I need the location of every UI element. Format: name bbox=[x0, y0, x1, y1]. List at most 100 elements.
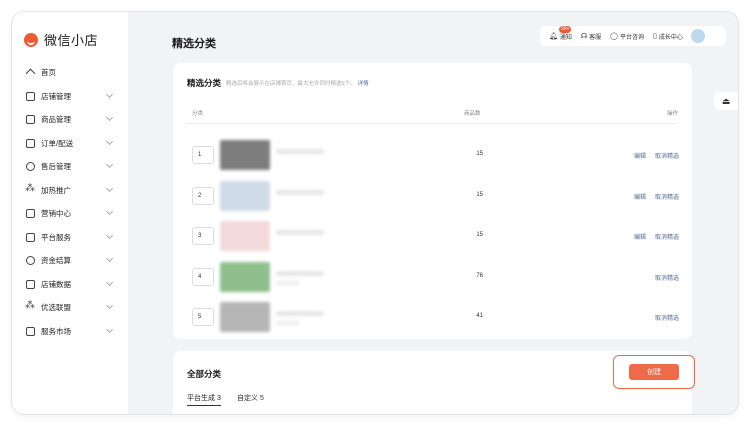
bag-icon bbox=[26, 115, 35, 125]
store-icon bbox=[26, 91, 35, 101]
share-icon bbox=[25, 183, 35, 195]
category-thumbnail bbox=[220, 140, 270, 170]
coupon-icon bbox=[26, 209, 35, 219]
product-count: 15 bbox=[476, 232, 483, 238]
sidebar-item-aftersales[interactable]: 售后管理 bbox=[12, 155, 128, 179]
sidebar-item-market[interactable]: 服务市场 bbox=[12, 320, 128, 344]
tab-platform-generated[interactable]: 平台生成 3 bbox=[187, 393, 221, 406]
table-row: 5 41 取消精选 bbox=[173, 297, 692, 338]
service-button[interactable]: ☊ 客服 bbox=[581, 32, 601, 41]
product-count: 41 bbox=[476, 313, 483, 319]
create-button[interactable]: 创建 bbox=[629, 364, 679, 380]
export-icon: ⏏ bbox=[721, 95, 731, 106]
sidebar-item-store[interactable]: 店铺管理 bbox=[12, 85, 128, 109]
chevron-down-icon bbox=[105, 278, 114, 286]
chevron-down-icon bbox=[105, 137, 114, 145]
sidebar-item-label: 优选联盟 bbox=[41, 303, 71, 313]
blurred-category-name bbox=[276, 311, 324, 316]
sidebar-item-label: 营销中心 bbox=[41, 209, 71, 219]
sidebar-item-home[interactable]: 首页 bbox=[12, 61, 128, 85]
export-float-button[interactable]: ⏏ bbox=[714, 92, 738, 110]
bell-icon: 🔔︎ bbox=[549, 33, 558, 40]
top-toolbar: 🔔︎ 通知 99+ ☊ 客服 ◯ 平台咨询 ▯ 成长中心 bbox=[540, 25, 726, 46]
app-title: 微信小店 bbox=[44, 33, 99, 48]
briefcase-icon bbox=[26, 232, 35, 242]
unfeature-link[interactable]: 取消精选 bbox=[655, 313, 679, 322]
table-row: 2 15 编辑 取消精选 bbox=[173, 176, 692, 217]
featured-hint-text: 精选后将会展示在店铺首页，最大允许同时精选5个。 bbox=[226, 80, 356, 87]
sort-index-input[interactable]: 2 bbox=[192, 186, 214, 205]
sort-index-input[interactable]: 5 bbox=[192, 308, 214, 326]
blurred-category-name bbox=[276, 149, 324, 154]
table-row: 4 76 取消精选 bbox=[173, 257, 692, 298]
sort-index-input[interactable]: 1 bbox=[192, 146, 214, 164]
category-thumbnail bbox=[220, 180, 270, 211]
chevron-down-icon bbox=[105, 301, 114, 310]
consult-button[interactable]: ◯ 平台咨询 bbox=[610, 32, 644, 41]
unfeature-link[interactable]: 取消精选 bbox=[655, 273, 679, 282]
service-label: 客服 bbox=[589, 34, 602, 41]
category-thumbnail bbox=[220, 302, 270, 332]
edit-link[interactable]: 编辑 bbox=[634, 151, 646, 160]
blurred-category-subtitle bbox=[276, 280, 300, 285]
sidebar-item-label: 资金结算 bbox=[41, 256, 71, 266]
consult-label: 平台咨询 bbox=[619, 34, 644, 41]
blurred-category-name bbox=[276, 230, 324, 235]
money-icon bbox=[26, 256, 35, 266]
sidebar-item-platform[interactable]: 平台服务 bbox=[12, 226, 128, 250]
sidebar-item-label: 商品管理 bbox=[41, 115, 71, 125]
notify-badge: 99+ bbox=[559, 25, 572, 33]
tab-custom[interactable]: 自定义 5 bbox=[237, 393, 264, 403]
chevron-down-icon bbox=[105, 160, 114, 169]
sidebar-item-label: 售后管理 bbox=[41, 162, 71, 172]
chevron-down-icon bbox=[105, 254, 114, 263]
sidebar-item-products[interactable]: 商品管理 bbox=[12, 108, 128, 132]
network-icon bbox=[25, 300, 35, 312]
create-highlight-frame: 创建 bbox=[613, 355, 695, 389]
edit-link[interactable]: 编辑 bbox=[634, 232, 646, 241]
chevron-down-icon bbox=[105, 325, 114, 333]
sidebar-item-data[interactable]: 店铺数据 bbox=[12, 273, 128, 297]
sidebar-item-alliance[interactable]: 优选联盟 bbox=[12, 296, 128, 320]
chart-icon bbox=[26, 279, 35, 289]
sidebar-item-finance[interactable]: 资金结算 bbox=[12, 249, 128, 273]
featured-card: 精选分类 精选后将会展示在店铺首页，最大允许同时精选5个。 详情 分类 商品数 操… bbox=[173, 63, 692, 339]
sidebar-item-label: 首页 bbox=[41, 68, 56, 78]
sort-index-input[interactable]: 4 bbox=[192, 267, 214, 286]
category-thumbnail bbox=[220, 261, 270, 292]
blurred-category-subtitle bbox=[276, 321, 300, 325]
product-count: 76 bbox=[476, 272, 483, 279]
chevron-down-icon bbox=[105, 231, 114, 239]
avatar[interactable] bbox=[690, 29, 705, 43]
notify-button[interactable]: 🔔︎ 通知 99+ bbox=[549, 25, 572, 41]
sidebar-nav: 首页 店铺管理 商品管理 订单/配送 售后管理 加热推广 营销中心 平台服务 资… bbox=[12, 61, 128, 343]
sidebar-item-label: 加热推广 bbox=[41, 185, 71, 195]
headset-icon bbox=[26, 162, 35, 172]
sidebar: 微信小店 首页 店铺管理 商品管理 订单/配送 售后管理 加热推广 营销中心 平… bbox=[12, 12, 128, 414]
unfeature-link[interactable]: 取消精选 bbox=[655, 232, 679, 241]
chat-bubble-icon: ◯ bbox=[610, 33, 618, 40]
product-count: 15 bbox=[476, 191, 483, 198]
unfeature-link[interactable]: 取消精选 bbox=[655, 151, 679, 160]
header-category: 分类 bbox=[192, 111, 204, 117]
edit-link[interactable]: 编辑 bbox=[634, 192, 646, 201]
sort-index-input[interactable]: 3 bbox=[192, 227, 214, 245]
unfeature-link[interactable]: 取消精选 bbox=[655, 192, 679, 201]
chevron-down-icon bbox=[105, 113, 114, 122]
sidebar-item-promotion[interactable]: 加热推广 bbox=[12, 179, 128, 203]
growth-button[interactable]: ▯ 成长中心 bbox=[653, 32, 683, 41]
details-link[interactable]: 详情 bbox=[358, 81, 369, 87]
sidebar-item-marketing[interactable]: 营销中心 bbox=[12, 202, 128, 226]
featured-hint: 精选后将会展示在店铺首页，最大允许同时精选5个。 详情 bbox=[226, 79, 369, 87]
home-icon bbox=[26, 68, 35, 77]
sidebar-item-orders[interactable]: 订单/配送 bbox=[12, 132, 128, 156]
product-count: 15 bbox=[476, 151, 483, 157]
blurred-category-name bbox=[276, 270, 324, 276]
sidebar-item-label: 服务市场 bbox=[41, 326, 71, 336]
category-thumbnail bbox=[220, 221, 270, 251]
logo[interactable]: 微信小店 bbox=[24, 30, 98, 49]
header-count: 商品数 bbox=[464, 111, 481, 117]
sidebar-item-label: 平台服务 bbox=[41, 232, 71, 242]
header-action: 操作 bbox=[667, 111, 679, 117]
book-icon: ▯ bbox=[653, 33, 657, 40]
